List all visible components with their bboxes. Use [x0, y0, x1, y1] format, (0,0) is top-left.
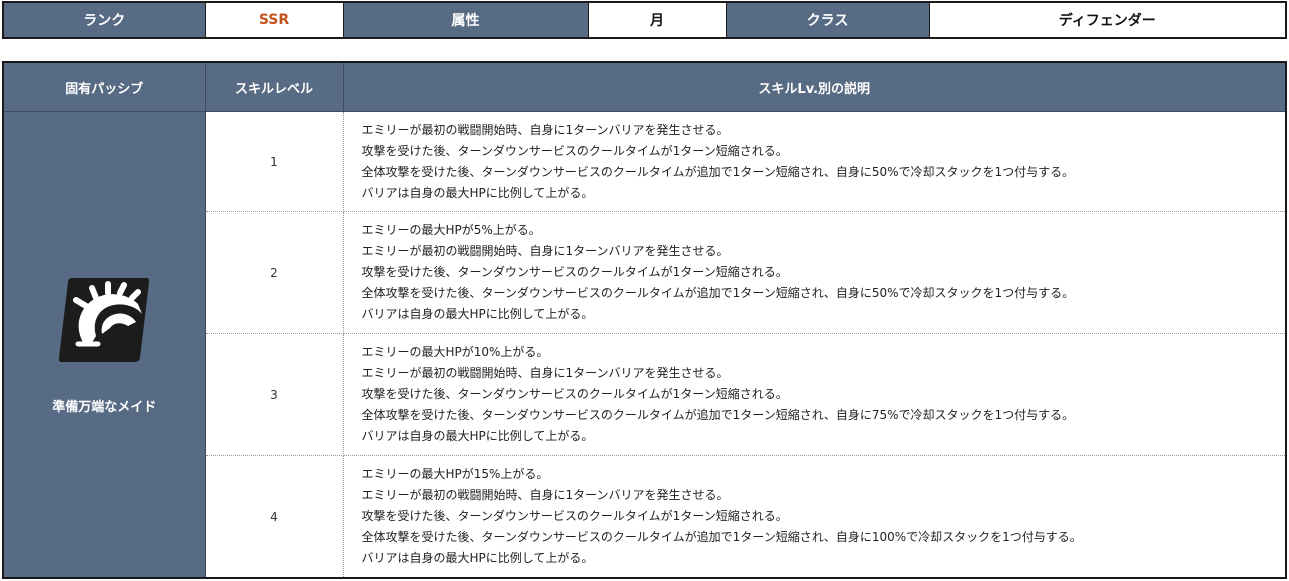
- description-line: バリアは自身の最大HPに比例して上がる。: [361, 551, 594, 566]
- description-line: エミリーが最初の戦闘開始時、自身に1ターンバリアを発生させる。: [361, 366, 729, 381]
- skill-level: 4: [204, 455, 344, 579]
- column-header-description: スキルLv.別の説明: [342, 61, 1287, 112]
- skill-description: エミリーの最大HPが5%上がる。 エミリーが最初の戦闘開始時、自身に1ターンバリ…: [342, 211, 1287, 335]
- skill-level: 3: [204, 333, 344, 457]
- character-info-row: ランク SSR 属性 月 クラス ディフェンダー: [2, 1, 1287, 39]
- class-label: クラス: [725, 1, 930, 39]
- description-line: エミリーが最初の戦闘開始時、自身に1ターンバリアを発生させる。: [361, 488, 729, 503]
- description-line: 全体攻撃を受けた後、ターンダウンサービスのクールタイムが追加で1ターン短縮され、…: [361, 164, 1075, 179]
- description-line: 攻撃を受けた後、ターンダウンサービスのクールタイムが1ターン短縮される。: [361, 387, 788, 402]
- table-row: 準備万端なメイド 1 エミリーが最初の戦闘開始時、自身に1ターンバリアを発生させ…: [2, 110, 1287, 579]
- description-line: バリアは自身の最大HPに比例して上がる。: [361, 429, 594, 444]
- description-line: 全体攻撃を受けた後、ターンダウンサービスのクールタイムが追加で1ターン短縮され、…: [361, 286, 1075, 301]
- skill-name: 準備万端なメイド: [52, 400, 157, 415]
- skill-level: 2: [204, 211, 344, 335]
- column-header-level: スキルレベル: [204, 61, 344, 112]
- passive-skill-cell: 準備万端なメイド: [2, 111, 206, 579]
- character-info-table: ランク SSR 属性 月 クラス ディフェンダー: [2, 1, 1287, 39]
- rank-value: SSR: [204, 1, 344, 39]
- description-line: 攻撃を受けた後、ターンダウンサービスのクールタイムが1ターン短縮される。: [361, 509, 788, 524]
- description-line: バリアは自身の最大HPに比例して上がる。: [361, 185, 594, 200]
- skill-description: エミリーの最大HPが15%上がる。 エミリーが最初の戦闘開始時、自身に1ターンバ…: [342, 455, 1287, 579]
- skill-table-body: 準備万端なメイド 1 エミリーが最初の戦闘開始時、自身に1ターンバリアを発生させ…: [2, 110, 1287, 579]
- skill-table-header-row: 固有パッシブ スキルレベル スキルLv.別の説明: [2, 61, 1287, 112]
- description-line: 攻撃を受けた後、ターンダウンサービスのクールタイムが1ターン短縮される。: [361, 143, 788, 158]
- description-line: 全体攻撃を受けた後、ターンダウンサービスのクールタイムが追加で1ターン短縮され、…: [361, 408, 1075, 423]
- column-header-passive: 固有パッシブ: [2, 61, 206, 112]
- skill-level: 1: [204, 110, 344, 213]
- attribute-label: 属性: [342, 1, 589, 39]
- description-line: 攻撃を受けた後、ターンダウンサービスのクールタイムが1ターン短縮される。: [361, 265, 788, 280]
- description-line: 全体攻撃を受けた後、ターンダウンサービスのクールタイムが追加で1ターン短縮され、…: [361, 530, 1082, 545]
- fan-shield-icon: [59, 278, 150, 362]
- description-line: エミリーの最大HPが10%上がる。: [361, 345, 549, 360]
- skill-description: エミリーの最大HPが10%上がる。 エミリーが最初の戦闘開始時、自身に1ターンバ…: [342, 333, 1287, 457]
- description-line: バリアは自身の最大HPに比例して上がる。: [361, 307, 594, 322]
- description-line: エミリーの最大HPが15%上がる。: [361, 467, 549, 482]
- passive-skill-table: 固有パッシブ スキルレベル スキルLv.別の説明 準備万端なメイド 1 エミリー…: [2, 61, 1287, 579]
- skill-description: エミリーが最初の戦闘開始時、自身に1ターンバリアを発生させる。 攻撃を受けた後、…: [342, 110, 1287, 213]
- attribute-value: 月: [587, 1, 727, 39]
- description-line: エミリーが最初の戦闘開始時、自身に1ターンバリアを発生させる。: [361, 122, 729, 137]
- class-value: ディフェンダー: [928, 1, 1287, 39]
- rank-label: ランク: [2, 1, 206, 39]
- description-line: エミリーの最大HPが5%上がる。: [361, 223, 541, 238]
- description-line: エミリーが最初の戦闘開始時、自身に1ターンバリアを発生させる。: [361, 244, 729, 259]
